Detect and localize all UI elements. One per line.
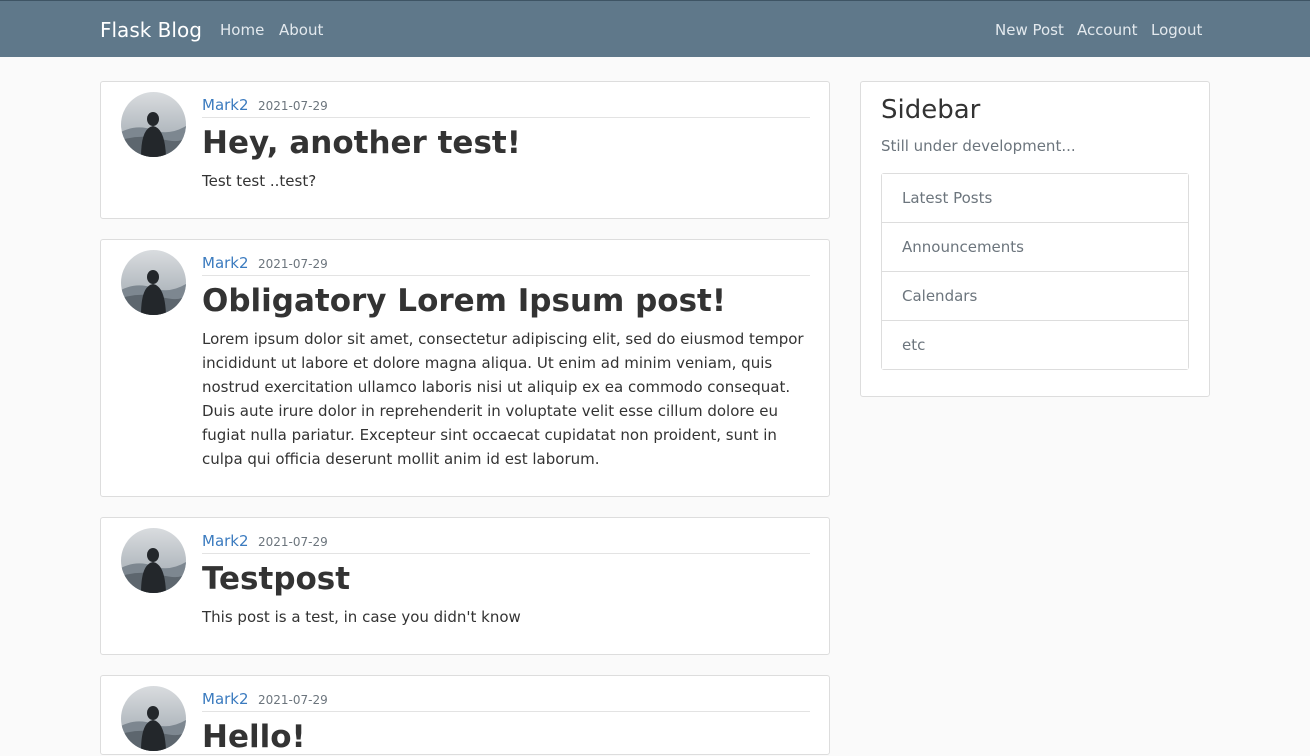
sidebar-title: Sidebar [881, 95, 981, 125]
post-date: 2021-07-29 [258, 99, 328, 113]
post-content: Test test ..test? [202, 172, 317, 190]
post-author-link[interactable]: Mark2 [202, 531, 249, 551]
nav-logout-link[interactable]: Logout [1151, 20, 1202, 40]
post-author-link[interactable]: Mark2 [202, 689, 249, 709]
sidebar-item-etc[interactable]: etc [882, 321, 1188, 369]
post-date: 2021-07-29 [258, 257, 328, 271]
brand-link[interactable]: Flask Blog [100, 17, 202, 43]
sidebar-item-announcements[interactable]: Announcements [882, 223, 1188, 272]
user-avatar-icon[interactable] [121, 92, 186, 157]
post-content: Lorem ipsum dolor sit amet, consectetur … [202, 330, 804, 468]
post-title-link[interactable]: Hello! [202, 718, 306, 756]
post-author-link[interactable]: Mark2 [202, 253, 249, 273]
post-card: Mark2 2021-07-29 Hello! [100, 675, 830, 755]
nav-about-link[interactable]: About [279, 20, 323, 40]
sidebar-item-calendars[interactable]: Calendars [882, 272, 1188, 321]
post-meta: Mark2 2021-07-29 [202, 95, 810, 118]
navbar: Flask Blog Home About New Post Account L… [0, 0, 1310, 57]
post-date: 2021-07-29 [258, 535, 328, 549]
sidebar-item-latest-posts[interactable]: Latest Posts [882, 174, 1188, 223]
post-meta: Mark2 2021-07-29 [202, 531, 810, 554]
post-title-link[interactable]: Hey, another test! [202, 124, 521, 162]
user-avatar-icon[interactable] [121, 528, 186, 593]
nav-new-post-link[interactable]: New Post [995, 20, 1064, 40]
post-card: Mark2 2021-07-29 Hey, another test! Test… [100, 81, 830, 219]
nav-home-link[interactable]: Home [220, 20, 264, 40]
user-avatar-icon[interactable] [121, 686, 186, 751]
post-meta: Mark2 2021-07-29 [202, 253, 810, 276]
post-title-link[interactable]: Testpost [202, 560, 350, 598]
post-author-link[interactable]: Mark2 [202, 95, 249, 115]
post-card: Mark2 2021-07-29 Obligatory Lorem Ipsum … [100, 239, 830, 497]
sidebar-subtitle: Still under development... [881, 137, 1076, 155]
user-avatar-icon[interactable] [121, 250, 186, 315]
sidebar-list: Latest Posts Announcements Calendars etc [881, 173, 1189, 370]
post-date: 2021-07-29 [258, 693, 328, 707]
post-content: This post is a test, in case you didn't … [202, 608, 521, 626]
post-title-link[interactable]: Obligatory Lorem Ipsum post! [202, 282, 726, 320]
sidebar: Sidebar Still under development... Lates… [860, 81, 1210, 397]
post-card: Mark2 2021-07-29 Testpost This post is a… [100, 517, 830, 655]
post-meta: Mark2 2021-07-29 [202, 689, 810, 712]
nav-account-link[interactable]: Account [1077, 20, 1138, 40]
